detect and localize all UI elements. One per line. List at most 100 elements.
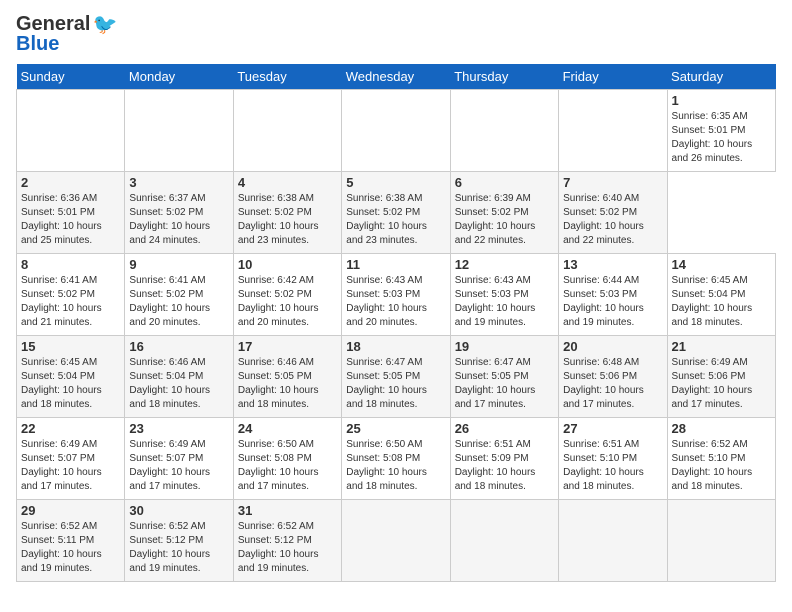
sunrise: Sunrise: 6:51 AM (563, 439, 639, 450)
day-info: Sunrise: 6:42 AM Sunset: 5:02 PM Dayligh… (238, 274, 337, 330)
day-info: Sunrise: 6:45 AM Sunset: 5:04 PM Dayligh… (21, 356, 120, 412)
calendar-cell (342, 500, 450, 582)
daylight: Daylight: 10 hours and 17 minutes. (21, 467, 102, 492)
daylight: Daylight: 10 hours and 17 minutes. (238, 467, 319, 492)
logo-bird-icon: 🐦 (92, 12, 117, 37)
day-info: Sunrise: 6:49 AM Sunset: 5:07 PM Dayligh… (21, 438, 120, 494)
sunrise: Sunrise: 6:50 AM (346, 439, 422, 450)
daylight: Daylight: 10 hours and 26 minutes. (672, 139, 753, 164)
calendar-cell: 18 Sunrise: 6:47 AM Sunset: 5:05 PM Dayl… (342, 336, 450, 418)
day-number: 10 (238, 257, 337, 272)
dow-header-tuesday: Tuesday (233, 64, 341, 90)
sunset: Sunset: 5:07 PM (21, 453, 95, 464)
daylight: Daylight: 10 hours and 18 minutes. (346, 385, 427, 410)
sunset: Sunset: 5:06 PM (563, 371, 637, 382)
calendar-container: General 🐦 Blue SundayMondayTuesdayWednes… (0, 0, 792, 590)
day-info: Sunrise: 6:44 AM Sunset: 5:03 PM Dayligh… (563, 274, 662, 330)
calendar-cell: 19 Sunrise: 6:47 AM Sunset: 5:05 PM Dayl… (450, 336, 558, 418)
sunset: Sunset: 5:01 PM (21, 207, 95, 218)
day-number: 31 (238, 503, 337, 518)
day-number: 14 (672, 257, 771, 272)
calendar-cell: 25 Sunrise: 6:50 AM Sunset: 5:08 PM Dayl… (342, 418, 450, 500)
sunrise: Sunrise: 6:42 AM (238, 275, 314, 286)
day-info: Sunrise: 6:51 AM Sunset: 5:09 PM Dayligh… (455, 438, 554, 494)
sunrise: Sunrise: 6:49 AM (672, 357, 748, 368)
daylight: Daylight: 10 hours and 25 minutes. (21, 221, 102, 246)
dow-header-saturday: Saturday (667, 64, 775, 90)
sunset: Sunset: 5:05 PM (346, 371, 420, 382)
sunrise: Sunrise: 6:37 AM (129, 193, 205, 204)
sunrise: Sunrise: 6:44 AM (563, 275, 639, 286)
sunset: Sunset: 5:08 PM (346, 453, 420, 464)
calendar-cell: 4 Sunrise: 6:38 AM Sunset: 5:02 PM Dayli… (233, 172, 341, 254)
day-info: Sunrise: 6:48 AM Sunset: 5:06 PM Dayligh… (563, 356, 662, 412)
calendar-header: General 🐦 Blue (16, 12, 776, 56)
day-info: Sunrise: 6:49 AM Sunset: 5:06 PM Dayligh… (672, 356, 771, 412)
sunset: Sunset: 5:06 PM (672, 371, 746, 382)
day-number: 5 (346, 175, 445, 190)
daylight: Daylight: 10 hours and 17 minutes. (129, 467, 210, 492)
calendar-cell: 11 Sunrise: 6:43 AM Sunset: 5:03 PM Dayl… (342, 254, 450, 336)
dow-header-monday: Monday (125, 64, 233, 90)
day-info: Sunrise: 6:36 AM Sunset: 5:01 PM Dayligh… (21, 192, 120, 248)
day-info: Sunrise: 6:49 AM Sunset: 5:07 PM Dayligh… (129, 438, 228, 494)
calendar-cell (233, 90, 341, 172)
sunset: Sunset: 5:11 PM (21, 535, 94, 546)
day-info: Sunrise: 6:40 AM Sunset: 5:02 PM Dayligh… (563, 192, 662, 248)
sunrise: Sunrise: 6:50 AM (238, 439, 314, 450)
calendar-week-5: 22 Sunrise: 6:49 AM Sunset: 5:07 PM Dayl… (17, 418, 776, 500)
sunrise: Sunrise: 6:38 AM (346, 193, 422, 204)
day-number: 26 (455, 421, 554, 436)
sunset: Sunset: 5:02 PM (129, 289, 203, 300)
calendar-week-6: 29 Sunrise: 6:52 AM Sunset: 5:11 PM Dayl… (17, 500, 776, 582)
sunset: Sunset: 5:02 PM (346, 207, 420, 218)
daylight: Daylight: 10 hours and 18 minutes. (455, 467, 536, 492)
day-number: 11 (346, 257, 445, 272)
calendar-table: SundayMondayTuesdayWednesdayThursdayFrid… (16, 64, 776, 582)
calendar-cell: 15 Sunrise: 6:45 AM Sunset: 5:04 PM Dayl… (17, 336, 125, 418)
calendar-cell (17, 90, 125, 172)
sunrise: Sunrise: 6:52 AM (129, 521, 205, 532)
sunset: Sunset: 5:02 PM (238, 289, 312, 300)
dow-header-sunday: Sunday (17, 64, 125, 90)
daylight: Daylight: 10 hours and 17 minutes. (672, 385, 753, 410)
daylight: Daylight: 10 hours and 18 minutes. (21, 385, 102, 410)
day-number: 19 (455, 339, 554, 354)
calendar-cell (342, 90, 450, 172)
sunrise: Sunrise: 6:46 AM (129, 357, 205, 368)
sunset: Sunset: 5:10 PM (563, 453, 637, 464)
logo: General 🐦 Blue (16, 12, 117, 56)
day-info: Sunrise: 6:47 AM Sunset: 5:05 PM Dayligh… (455, 356, 554, 412)
sunrise: Sunrise: 6:51 AM (455, 439, 531, 450)
day-info: Sunrise: 6:52 AM Sunset: 5:11 PM Dayligh… (21, 520, 120, 576)
daylight: Daylight: 10 hours and 20 minutes. (129, 303, 210, 328)
daylight: Daylight: 10 hours and 18 minutes. (672, 467, 753, 492)
daylight: Daylight: 10 hours and 18 minutes. (672, 303, 753, 328)
sunrise: Sunrise: 6:45 AM (21, 357, 97, 368)
calendar-week-4: 15 Sunrise: 6:45 AM Sunset: 5:04 PM Dayl… (17, 336, 776, 418)
daylight: Daylight: 10 hours and 20 minutes. (346, 303, 427, 328)
calendar-cell: 20 Sunrise: 6:48 AM Sunset: 5:06 PM Dayl… (559, 336, 667, 418)
sunset: Sunset: 5:02 PM (455, 207, 529, 218)
day-number: 28 (672, 421, 771, 436)
calendar-week-2: 2 Sunrise: 6:36 AM Sunset: 5:01 PM Dayli… (17, 172, 776, 254)
sunrise: Sunrise: 6:47 AM (455, 357, 531, 368)
daylight: Daylight: 10 hours and 22 minutes. (563, 221, 644, 246)
sunrise: Sunrise: 6:48 AM (563, 357, 639, 368)
day-info: Sunrise: 6:35 AM Sunset: 5:01 PM Dayligh… (672, 110, 771, 166)
day-info: Sunrise: 6:45 AM Sunset: 5:04 PM Dayligh… (672, 274, 771, 330)
sunset: Sunset: 5:03 PM (346, 289, 420, 300)
daylight: Daylight: 10 hours and 19 minutes. (21, 549, 102, 574)
day-info: Sunrise: 6:38 AM Sunset: 5:02 PM Dayligh… (346, 192, 445, 248)
sunset: Sunset: 5:02 PM (238, 207, 312, 218)
calendar-cell: 12 Sunrise: 6:43 AM Sunset: 5:03 PM Dayl… (450, 254, 558, 336)
sunrise: Sunrise: 6:39 AM (455, 193, 531, 204)
day-number: 17 (238, 339, 337, 354)
sunset: Sunset: 5:12 PM (238, 535, 312, 546)
calendar-cell: 10 Sunrise: 6:42 AM Sunset: 5:02 PM Dayl… (233, 254, 341, 336)
day-info: Sunrise: 6:50 AM Sunset: 5:08 PM Dayligh… (346, 438, 445, 494)
day-number: 22 (21, 421, 120, 436)
daylight: Daylight: 10 hours and 20 minutes. (238, 303, 319, 328)
day-info: Sunrise: 6:51 AM Sunset: 5:10 PM Dayligh… (563, 438, 662, 494)
sunrise: Sunrise: 6:46 AM (238, 357, 314, 368)
